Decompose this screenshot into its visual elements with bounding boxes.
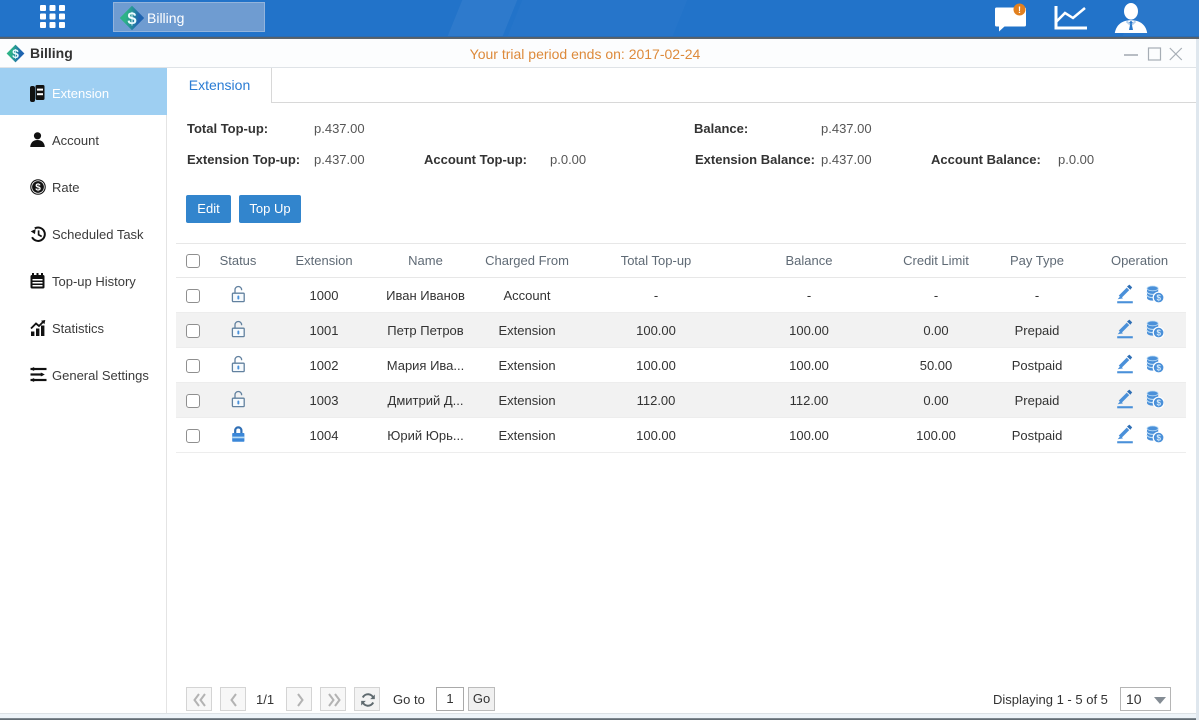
svg-text:$: $ — [127, 10, 136, 28]
svg-text:!: ! — [1018, 5, 1021, 15]
svg-text:$: $ — [35, 183, 41, 194]
